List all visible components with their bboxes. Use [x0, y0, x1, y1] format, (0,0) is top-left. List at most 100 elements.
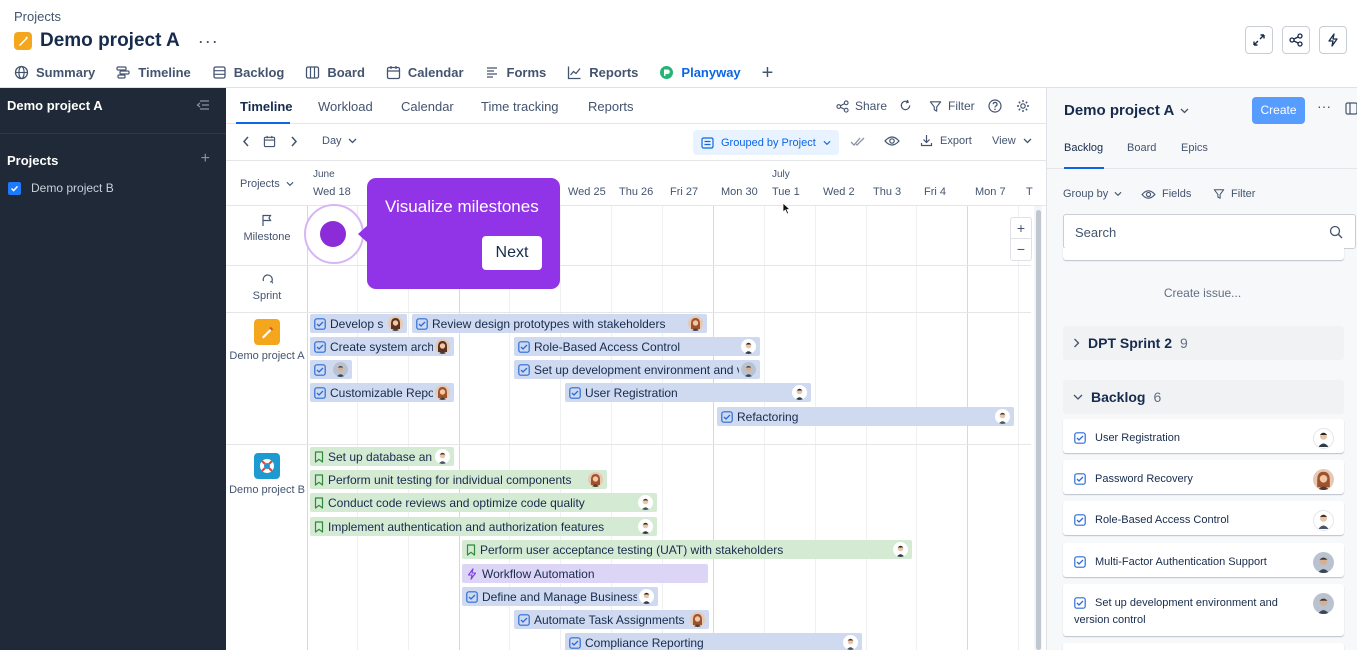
automation-button[interactable]	[1319, 26, 1347, 54]
planner-tab-calendar[interactable]: Calendar	[401, 99, 454, 114]
sidebar-item-demo-project-b[interactable]: Demo project B	[8, 181, 114, 195]
checkbox-checked-icon[interactable]	[8, 181, 21, 195]
today-button[interactable]	[263, 135, 276, 148]
projects-dropdown[interactable]: Projects	[240, 178, 294, 190]
task-bar[interactable]: Customizable Repo	[310, 383, 454, 402]
bookmark-icon	[466, 543, 476, 556]
chart-icon	[568, 66, 581, 80]
search-input[interactable]: Search	[1063, 214, 1356, 249]
share-button[interactable]	[1282, 26, 1310, 54]
visibility-button[interactable]	[884, 135, 900, 147]
tab-reports[interactable]: Reports	[567, 62, 638, 88]
tab-summary[interactable]: Summary	[14, 62, 95, 88]
next-period-button[interactable]	[290, 136, 298, 147]
add-project-button[interactable]: +	[201, 150, 210, 168]
panel-more-button[interactable]: ···	[1317, 98, 1331, 114]
task-bar[interactable]: Develop s	[310, 314, 407, 333]
zoom-in-button[interactable]: +	[1011, 218, 1031, 239]
planner-tab-time-tracking[interactable]: Time tracking	[481, 99, 559, 114]
group-by-dropdown[interactable]: Group by	[1063, 188, 1122, 200]
planner-tab-timeline[interactable]: Timeline	[240, 99, 293, 114]
backlog-section-header[interactable]: Backlog 6	[1063, 380, 1344, 414]
issue-card[interactable]: Multi-Factor Authentication Support	[1063, 543, 1344, 577]
assignee-avatar	[638, 519, 653, 534]
tooltip-next-button[interactable]: Next	[482, 236, 542, 270]
task-bar[interactable]: Refactoring	[717, 407, 1014, 426]
grouping-dropdown[interactable]: Grouped by Project	[693, 130, 839, 155]
bookmark-icon	[314, 473, 324, 486]
chevron-right-icon	[1074, 338, 1080, 348]
scrollbar-thumb[interactable]	[1036, 210, 1041, 650]
scale-dropdown[interactable]: Day	[322, 135, 357, 147]
share-planner-button[interactable]: Share	[836, 99, 887, 113]
task-bar[interactable]: Automate Task Assignments	[514, 610, 709, 629]
help-button[interactable]	[988, 99, 1002, 113]
tab-forms[interactable]: Forms	[485, 62, 546, 88]
milestone-dot[interactable]	[320, 221, 346, 247]
date-label: T	[1026, 186, 1033, 198]
task-bar[interactable]: Role-Based Access Control	[514, 337, 760, 356]
panel-filter-button[interactable]: Filter	[1213, 188, 1255, 200]
task-bar[interactable]: User Registration	[565, 383, 811, 402]
task-bar[interactable]: Perform user acceptance testing (UAT) wi…	[462, 540, 912, 559]
create-button[interactable]: Create	[1252, 97, 1305, 124]
panel-toggle-button[interactable]	[1345, 102, 1357, 115]
task-title: Define and Manage Business	[482, 589, 637, 604]
panel-tab-board[interactable]: Board	[1127, 142, 1156, 154]
issue-card[interactable]: Role-Based Access Control	[1063, 501, 1344, 535]
tab-calendar[interactable]: Calendar	[386, 62, 464, 88]
tab-timeline[interactable]: Timeline	[116, 62, 191, 88]
issue-card[interactable]: User Registration	[1063, 419, 1344, 453]
download-icon	[920, 135, 933, 147]
chevron-down-icon	[348, 138, 357, 144]
issue-title: User Registration	[1095, 432, 1180, 444]
issue-title: Password Recovery	[1095, 473, 1193, 485]
grid-line	[764, 206, 765, 650]
settings-button[interactable]	[1016, 99, 1030, 113]
breadcrumb-projects[interactable]: Projects	[14, 9, 61, 24]
mark-done-button[interactable]	[850, 136, 866, 147]
refresh-button[interactable]	[899, 99, 912, 112]
task-bar[interactable]	[310, 360, 352, 379]
planner-tab-workload[interactable]: Workload	[318, 99, 373, 114]
lane-divider	[226, 265, 1031, 266]
export-button[interactable]: Export	[920, 134, 972, 147]
more-actions-button[interactable]: ···	[198, 31, 219, 52]
task-bar[interactable]: Set up development environment and ve	[514, 360, 760, 379]
tab-backlog[interactable]: Backlog	[212, 62, 284, 88]
planner-tab-reports[interactable]: Reports	[588, 99, 634, 114]
issue-card[interactable]: Set up development environment and versi…	[1063, 584, 1344, 636]
task-bar[interactable]: Compliance Reporting	[565, 633, 862, 650]
filter-button[interactable]: Filter	[929, 99, 975, 113]
task-bar[interactable]: Workflow Automation	[462, 564, 708, 583]
prev-period-button[interactable]	[242, 136, 250, 147]
panel-tab-epics[interactable]: Epics	[1181, 142, 1208, 154]
task-bar[interactable]: Set up database an	[310, 447, 454, 466]
task-bar[interactable]: Define and Manage Business	[462, 587, 658, 606]
lightning-icon	[466, 567, 478, 580]
tab-board[interactable]: Board	[305, 62, 365, 88]
lane-sprint: Sprint	[226, 273, 308, 302]
panel-project-selector[interactable]: Demo project A	[1064, 102, 1189, 119]
task-bar[interactable]: Create system arch	[310, 337, 454, 356]
date-label: Wed 18	[313, 186, 351, 198]
task-bar[interactable]: Conduct code reviews and optimize code q…	[310, 493, 657, 512]
tab-planyway[interactable]: Planyway	[657, 62, 745, 89]
expand-button[interactable]	[1245, 26, 1273, 54]
task-bar[interactable]: Perform unit testing for individual comp…	[310, 470, 607, 489]
zoom-out-button[interactable]: −	[1011, 239, 1031, 260]
create-issue-button[interactable]: Create issue...	[1047, 286, 1357, 300]
gear-icon	[1017, 100, 1029, 112]
tab-label: Board	[327, 65, 365, 80]
collapse-sidebar-button[interactable]	[196, 99, 210, 111]
sprint-section-header[interactable]: DPT Sprint 2 9	[1063, 326, 1344, 360]
task-bar[interactable]: Review design prototypes with stakeholde…	[412, 314, 707, 333]
view-dropdown[interactable]: View	[992, 135, 1032, 147]
fields-button[interactable]: Fields	[1141, 188, 1191, 200]
panel-tab-backlog[interactable]: Backlog	[1064, 142, 1103, 154]
issue-card-partial[interactable]	[1063, 248, 1344, 260]
issue-card-partial[interactable]	[1063, 643, 1344, 650]
issue-card[interactable]: Password Recovery	[1063, 460, 1344, 494]
task-bar[interactable]: Implement authentication and authorizati…	[310, 517, 657, 536]
add-tab-button[interactable]: +	[762, 62, 774, 88]
